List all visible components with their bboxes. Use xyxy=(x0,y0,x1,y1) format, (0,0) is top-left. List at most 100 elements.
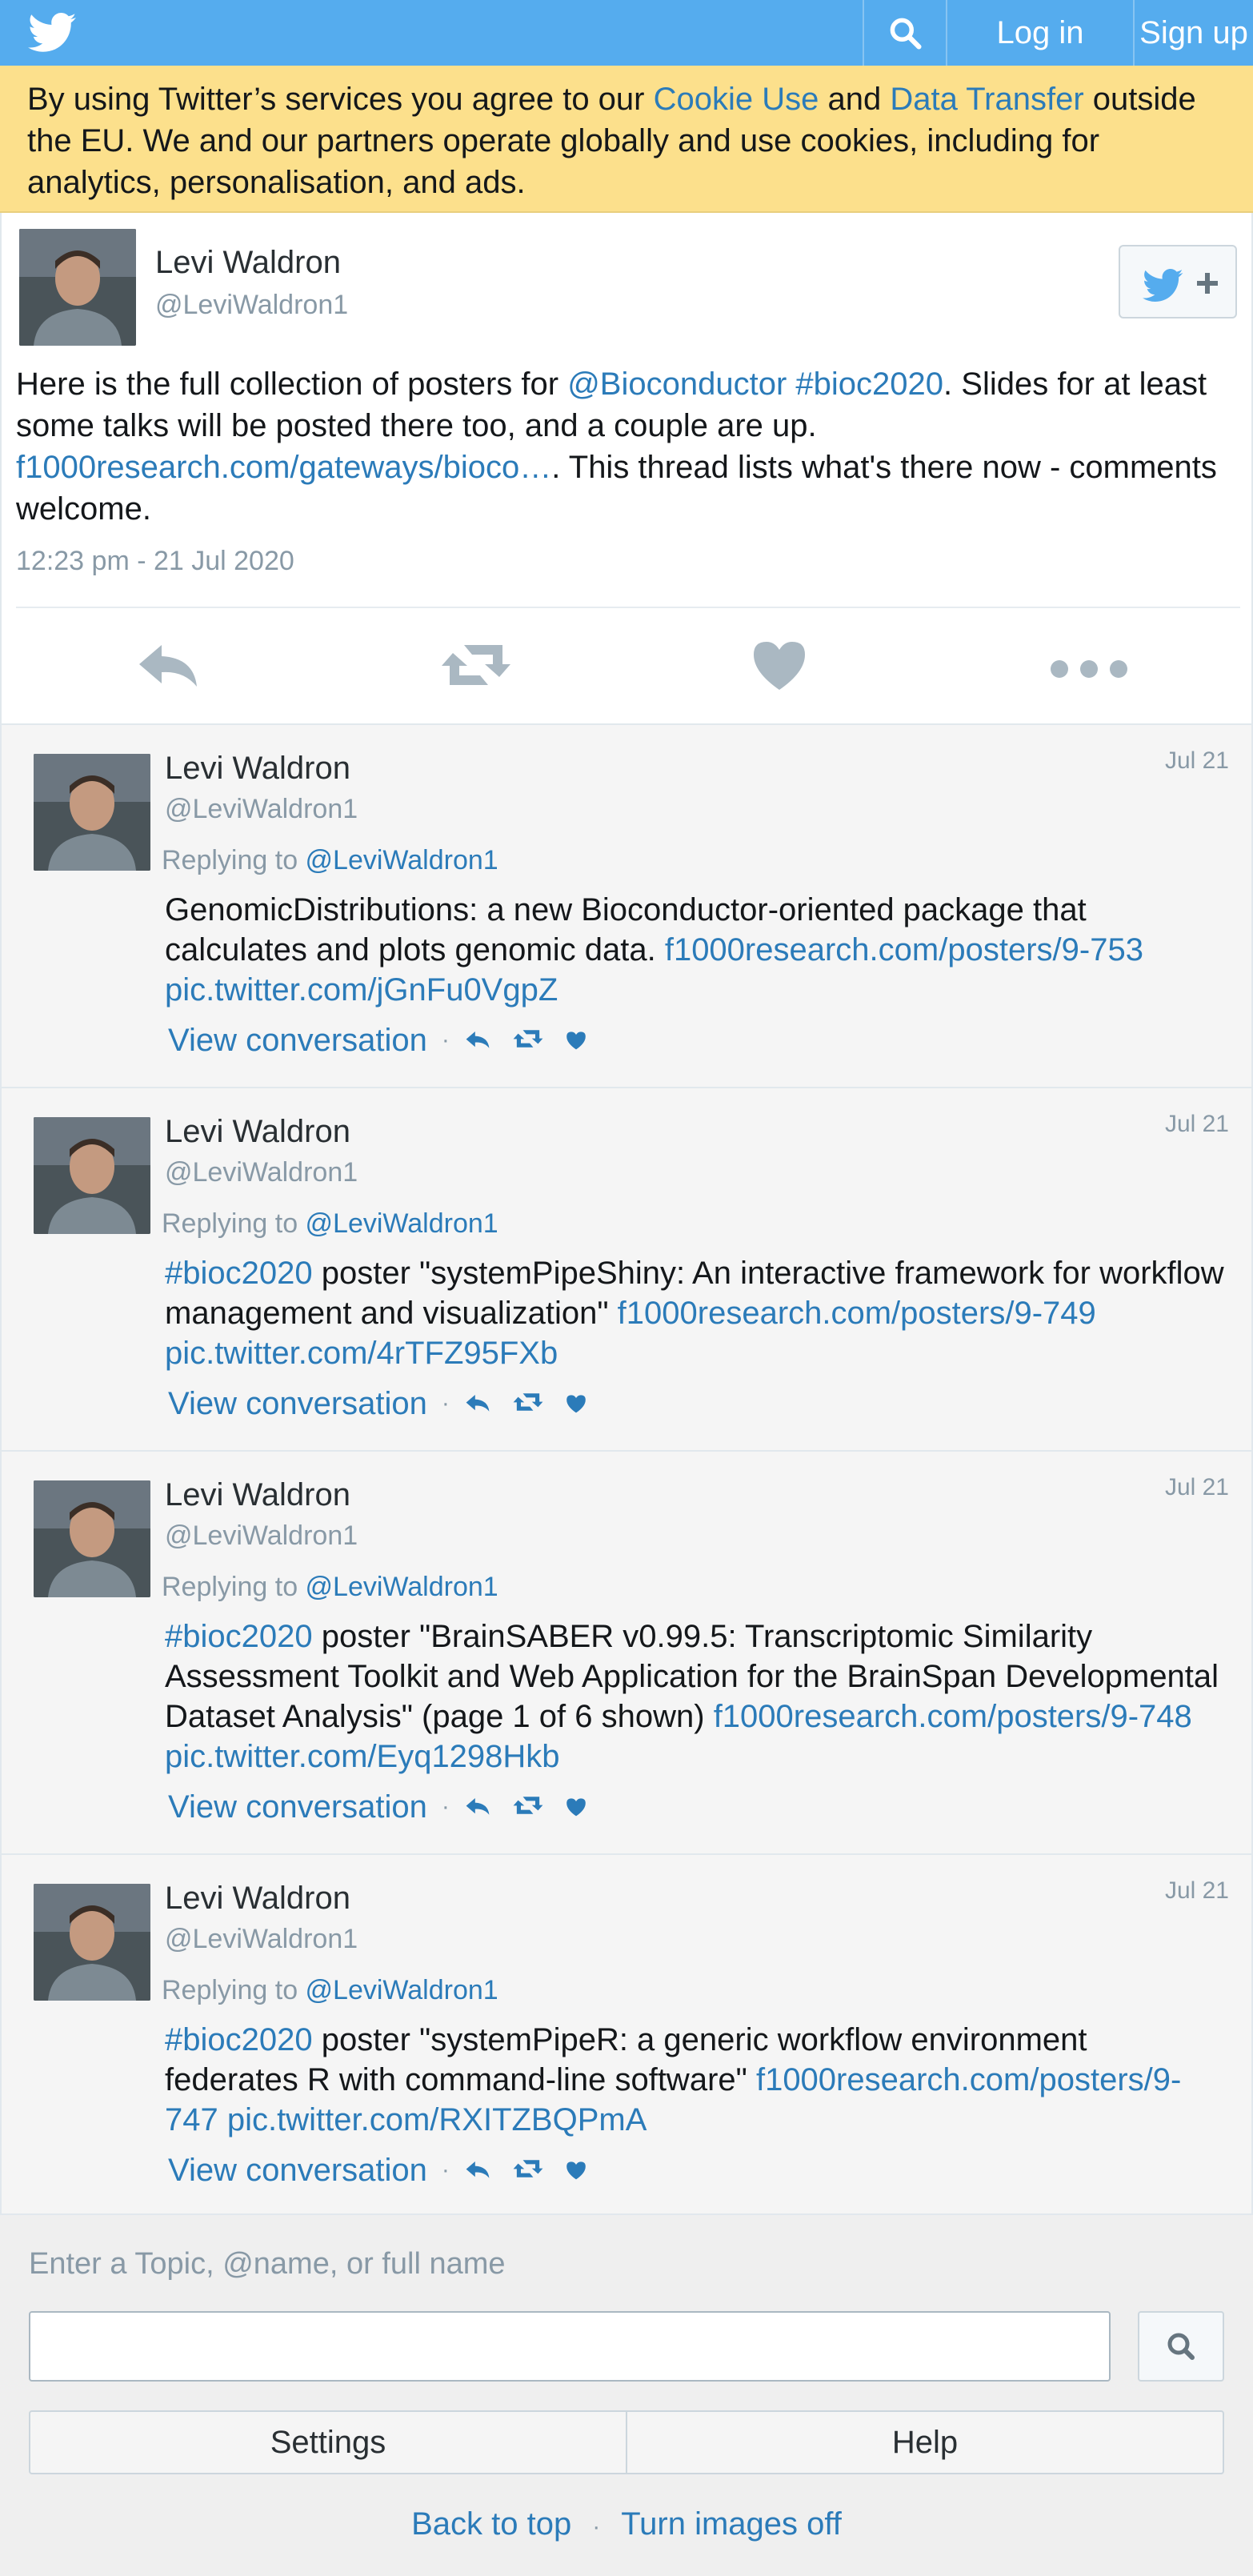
search-submit-button[interactable] xyxy=(1138,2311,1224,2382)
hashtag-link[interactable]: #bioc2020 xyxy=(165,1619,313,1654)
view-conversation-link[interactable]: View conversation xyxy=(168,2153,427,2189)
footer-links: Back to top · Turn images off xyxy=(0,2506,1253,2542)
replying-to: Replying to @LeviWaldron1 xyxy=(162,1572,498,1603)
login-button[interactable]: Log in xyxy=(946,0,1133,66)
mention-link[interactable]: @Bioconductor xyxy=(567,367,787,402)
like-icon[interactable] xyxy=(565,2153,587,2189)
hashtag-link[interactable]: #bioc2020 xyxy=(795,367,943,402)
avatar[interactable] xyxy=(34,1884,150,2001)
replying-label: Replying to xyxy=(162,1572,306,1602)
reply-tweet[interactable]: Levi Waldron @LeviWaldron1 Jul 21 Replyi… xyxy=(0,723,1253,1087)
reply-icon xyxy=(139,645,197,687)
author-name[interactable]: Levi Waldron xyxy=(155,245,341,281)
url-link[interactable]: f1000research.com/posters/9-748 xyxy=(714,1699,1192,1734)
tweet-text: #bioc2020 poster "systemPipeR: a generic… xyxy=(165,2020,1229,2140)
divider xyxy=(16,607,1240,608)
replying-label: Replying to xyxy=(162,1975,306,2005)
search-icon xyxy=(1167,2333,1195,2360)
author-handle[interactable]: @LeviWaldron1 xyxy=(165,1520,358,1552)
hashtag-link[interactable]: #bioc2020 xyxy=(165,2022,313,2057)
tweet-timestamp[interactable]: 12:23 pm - 21 Jul 2020 xyxy=(16,546,294,577)
mention-link[interactable]: @LeviWaldron1 xyxy=(306,845,498,875)
turn-images-off-link[interactable]: Turn images off xyxy=(621,2506,842,2542)
reply-icon[interactable] xyxy=(464,1386,491,1422)
tweet-date[interactable]: Jul 21 xyxy=(1165,747,1229,775)
avatar-image xyxy=(34,754,150,871)
avatar-image xyxy=(34,1480,150,1597)
avatar[interactable] xyxy=(34,754,150,871)
pic-link[interactable]: pic.twitter.com/RXITZBQPmA xyxy=(227,2102,647,2137)
pic-link[interactable]: pic.twitter.com/4rTFZ95FXb xyxy=(165,1336,558,1371)
follow-button[interactable] xyxy=(1119,245,1237,318)
like-icon xyxy=(754,642,805,690)
url-link[interactable]: f1000research.com/posters/9-749 xyxy=(618,1296,1096,1331)
top-bar: Log in Sign up xyxy=(0,0,1253,66)
mention-link[interactable]: @LeviWaldron1 xyxy=(306,1208,498,1239)
more-button[interactable] xyxy=(1047,637,1131,693)
search-input[interactable] xyxy=(29,2311,1111,2382)
like-icon[interactable] xyxy=(565,1386,587,1422)
back-to-top-link[interactable]: Back to top xyxy=(411,2506,571,2542)
avatar[interactable] xyxy=(19,229,136,346)
retweet-icon xyxy=(442,645,510,685)
reply-button[interactable] xyxy=(136,637,208,693)
author-name[interactable]: Levi Waldron xyxy=(165,1477,350,1513)
retweet-icon[interactable] xyxy=(512,1023,544,1059)
like-icon[interactable] xyxy=(565,1023,587,1059)
replying-label: Replying to xyxy=(162,845,306,875)
separator: · xyxy=(441,1390,450,1416)
author-handle[interactable]: @LeviWaldron1 xyxy=(165,794,358,825)
author-handle[interactable]: @LeviWaldron1 xyxy=(155,290,348,321)
avatar[interactable] xyxy=(34,1117,150,1234)
retweet-icon[interactable] xyxy=(512,2153,544,2189)
settings-button[interactable]: Settings xyxy=(29,2410,627,2474)
author-handle[interactable]: @LeviWaldron1 xyxy=(165,1924,358,1955)
author-handle[interactable]: @LeviWaldron1 xyxy=(165,1157,358,1188)
url-link[interactable]: f1000research.com/posters/9-753 xyxy=(665,932,1143,968)
like-icon[interactable] xyxy=(565,1789,587,1825)
reply-icon[interactable] xyxy=(464,1023,491,1059)
replying-to: Replying to @LeviWaldron1 xyxy=(162,1208,498,1240)
reply-icon[interactable] xyxy=(464,2153,491,2189)
avatar-image xyxy=(19,229,136,346)
twitter-bird-icon[interactable] xyxy=(26,13,78,53)
retweet-icon[interactable] xyxy=(512,1386,544,1422)
reply-tweet[interactable]: Levi Waldron @LeviWaldron1 Jul 21 Replyi… xyxy=(0,1450,1253,1853)
retweet-button[interactable] xyxy=(440,637,512,693)
mention-link[interactable]: @LeviWaldron1 xyxy=(306,1572,498,1602)
reply-tweet[interactable]: Levi Waldron @LeviWaldron1 Jul 21 Replyi… xyxy=(0,1853,1253,2213)
data-transfer-link[interactable]: Data Transfer xyxy=(890,82,1083,117)
avatar[interactable] xyxy=(34,1480,150,1597)
view-conversation-link[interactable]: View conversation xyxy=(168,1023,427,1059)
tweet-footer: View conversation · xyxy=(168,1381,608,1426)
separator: · xyxy=(441,1793,450,1820)
avatar-image xyxy=(34,1884,150,2001)
more-icon xyxy=(1051,660,1127,678)
like-button[interactable] xyxy=(749,637,821,693)
retweet-icon[interactable] xyxy=(512,1789,544,1825)
hashtag-link[interactable]: #bioc2020 xyxy=(165,1256,313,1291)
tweet-text-part: Here is the full collection of posters f… xyxy=(16,367,568,402)
reply-tweet[interactable]: Levi Waldron @LeviWaldron1 Jul 21 Replyi… xyxy=(0,1087,1253,1450)
view-conversation-link[interactable]: View conversation xyxy=(168,1386,427,1422)
signup-button[interactable]: Sign up xyxy=(1133,0,1253,66)
pic-link[interactable]: pic.twitter.com/jGnFu0VgpZ xyxy=(165,972,558,1008)
url-link[interactable]: f1000research.com/gateways/bioco… xyxy=(16,450,551,485)
author-name[interactable]: Levi Waldron xyxy=(165,751,350,787)
reply-icon[interactable] xyxy=(464,1789,491,1825)
view-conversation-link[interactable]: View conversation xyxy=(168,1789,427,1825)
tweet-footer: View conversation · xyxy=(168,1018,608,1063)
search-button[interactable] xyxy=(863,0,946,66)
tweet-date[interactable]: Jul 21 xyxy=(1165,1877,1229,1905)
help-button[interactable]: Help xyxy=(626,2410,1224,2474)
replying-to: Replying to @LeviWaldron1 xyxy=(162,1975,498,2006)
tweet-date[interactable]: Jul 21 xyxy=(1165,1111,1229,1138)
tweet-text: Here is the full collection of posters f… xyxy=(16,363,1232,530)
separator: · xyxy=(441,2157,450,2183)
author-name[interactable]: Levi Waldron xyxy=(165,1881,350,1917)
pic-link[interactable]: pic.twitter.com/Eyq1298Hkb xyxy=(165,1739,560,1774)
mention-link[interactable]: @LeviWaldron1 xyxy=(306,1975,498,2005)
cookie-use-link[interactable]: Cookie Use xyxy=(654,82,819,117)
author-name[interactable]: Levi Waldron xyxy=(165,1114,350,1150)
tweet-date[interactable]: Jul 21 xyxy=(1165,1474,1229,1501)
